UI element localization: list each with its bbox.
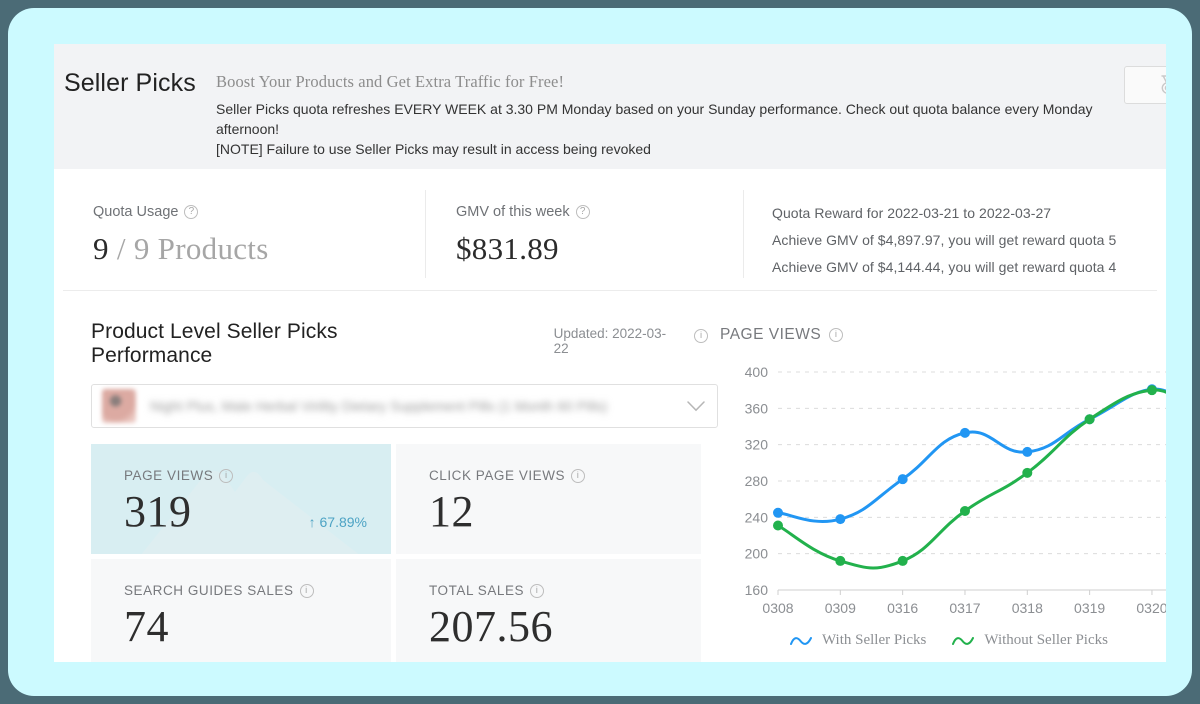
info-circle-icon[interactable]: i bbox=[571, 468, 586, 483]
metric-card-value: 12 bbox=[429, 487, 474, 536]
metric-card-grid: PAGE VIEWS i 319 ↑ 67.89% CLICK PAGE VIE… bbox=[91, 444, 701, 662]
svg-text:240: 240 bbox=[745, 509, 769, 525]
metric-card-value: 207.56 bbox=[429, 602, 553, 651]
quota-used-count: 9 bbox=[93, 231, 109, 266]
metric-card-label: CLICK PAGE VIEWS i bbox=[429, 468, 701, 483]
metric-card-click-page-views[interactable]: CLICK PAGE VIEWS i 12 bbox=[396, 444, 701, 554]
metric-card-search-guides-sales[interactable]: SEARCH GUIDES SALES i 74 bbox=[91, 559, 391, 662]
page-title: Seller Picks bbox=[64, 69, 196, 97]
quota-usage-block: Quota Usage ? 9 / 9 Products bbox=[63, 178, 426, 290]
chart-area: 160 200 240 280 320 360 400 0308 0309 0316 0317 031… bbox=[720, 360, 1166, 660]
product-thumbnail-icon bbox=[102, 389, 136, 423]
medal-icon bbox=[1160, 75, 1166, 94]
medal-icon-button[interactable] bbox=[1124, 66, 1166, 104]
info-circle-icon[interactable]: i bbox=[694, 328, 708, 343]
page-header: Seller Picks Boost Your Products and Get… bbox=[54, 44, 1166, 169]
quota-usage-value: 9 / 9 Products bbox=[93, 231, 426, 267]
quota-summary-strip: Quota Usage ? 9 / 9 Products GMV of this… bbox=[63, 178, 1157, 291]
gmv-label: GMV of this week bbox=[456, 204, 570, 220]
metric-card-label: TOTAL SALES i bbox=[429, 583, 701, 598]
svg-text:0318: 0318 bbox=[1012, 600, 1043, 616]
svg-text:200: 200 bbox=[745, 546, 769, 562]
legend-entry-with-seller-picks[interactable]: With Seller Picks bbox=[790, 632, 926, 649]
performance-left-column: Product Level Seller Picks Performance U… bbox=[63, 302, 718, 662]
metric-card-label: SEARCH GUIDES SALES i bbox=[124, 583, 391, 598]
page-views-chart-panel: PAGE VIEWS i 160 200 240 280 320 360 400 0308 03… bbox=[708, 302, 1166, 662]
quota-usage-caption: Quota Usage ? bbox=[93, 204, 426, 220]
question-mark-icon[interactable]: ? bbox=[184, 205, 199, 219]
header-note-line1: Seller Picks quota refreshes EVERY WEEK … bbox=[216, 101, 1093, 137]
info-circle-icon[interactable]: i bbox=[829, 328, 844, 342]
metric-label-text: SEARCH GUIDES SALES bbox=[124, 583, 294, 598]
legend-label: Without Seller Picks bbox=[984, 632, 1108, 648]
gmv-value: $831.89 bbox=[456, 231, 559, 266]
svg-text:160: 160 bbox=[745, 582, 769, 598]
quota-reward-line-1: Achieve GMV of $4,897.97, you will get r… bbox=[772, 232, 1117, 248]
line-chart: 160 200 240 280 320 360 400 0308 0309 0316 0317 031… bbox=[745, 364, 1166, 616]
svg-text:320: 320 bbox=[745, 437, 769, 453]
question-mark-icon[interactable]: ? bbox=[575, 205, 590, 219]
metric-card-value: 74 bbox=[124, 602, 169, 651]
svg-text:360: 360 bbox=[745, 400, 769, 416]
svg-text:0308: 0308 bbox=[762, 600, 793, 616]
performance-panel: Product Level Seller Picks Performance U… bbox=[63, 302, 1166, 662]
svg-text:0316: 0316 bbox=[887, 600, 918, 616]
svg-text:0309: 0309 bbox=[825, 600, 856, 616]
quota-usage-label: Quota Usage bbox=[93, 204, 179, 220]
quota-reward-title: Quota Reward for 2022-03-21 to 2022-03-2… bbox=[772, 205, 1052, 221]
gmv-caption: GMV of this week ? bbox=[456, 204, 744, 220]
page-views-delta: ↑ 67.89% bbox=[308, 514, 367, 530]
metric-card-label: PAGE VIEWS i bbox=[124, 468, 391, 483]
product-select-value: Night Plus, Male Herbal Virility Dietary… bbox=[150, 398, 608, 414]
info-circle-icon[interactable]: i bbox=[219, 468, 234, 483]
header-note-line2: [NOTE] Failure to use Seller Picks may r… bbox=[216, 141, 651, 157]
wave-line-icon bbox=[952, 636, 975, 645]
wave-line-icon bbox=[790, 636, 812, 645]
chart-title: PAGE VIEWS i bbox=[720, 326, 1166, 344]
header-tagline: Boost Your Products and Get Extra Traffi… bbox=[216, 72, 565, 91]
info-circle-icon[interactable]: i bbox=[530, 583, 545, 598]
chevron-down-icon[interactable] bbox=[687, 400, 705, 412]
quota-reward-block: Quota Reward for 2022-03-21 to 2022-03-2… bbox=[744, 178, 1157, 290]
quota-reward-line-2: Achieve GMV of $4,144.44, you will get r… bbox=[772, 259, 1117, 275]
metric-card-total-sales[interactable]: TOTAL SALES i 207.56 bbox=[396, 559, 701, 662]
quota-separator: / bbox=[108, 231, 134, 266]
svg-text:0320: 0320 bbox=[1136, 600, 1166, 616]
header-description: Boost Your Products and Get Extra Traffi… bbox=[216, 72, 1096, 159]
metric-label-text: PAGE VIEWS bbox=[124, 468, 214, 483]
gmv-week-block: GMV of this week ? $831.89 bbox=[426, 178, 744, 290]
svg-text:0317: 0317 bbox=[949, 600, 980, 616]
metric-card-page-views[interactable]: PAGE VIEWS i 319 ↑ 67.89% bbox=[91, 444, 391, 554]
svg-text:0319: 0319 bbox=[1074, 600, 1105, 616]
performance-updated-label: Updated: 2022-03-22 bbox=[553, 326, 667, 356]
legend-label: With Seller Picks bbox=[822, 632, 927, 648]
svg-text:280: 280 bbox=[745, 473, 769, 489]
metric-label-text: TOTAL SALES bbox=[429, 583, 525, 598]
chart-legend: With Seller Picks Without Seller Picks bbox=[790, 632, 1108, 649]
performance-header-row: Product Level Seller Picks Performance U… bbox=[91, 320, 708, 368]
chart-title-text: PAGE VIEWS bbox=[720, 326, 822, 343]
outer-frame: Seller Picks Boost Your Products and Get… bbox=[8, 8, 1192, 696]
performance-title: Product Level Seller Picks Performance bbox=[91, 320, 338, 367]
svg-text:400: 400 bbox=[745, 364, 769, 380]
quota-total-count: 9 Products bbox=[133, 231, 269, 266]
legend-entry-without-seller-picks[interactable]: Without Seller Picks bbox=[952, 632, 1108, 649]
metric-label-text: CLICK PAGE VIEWS bbox=[429, 468, 566, 483]
info-circle-icon[interactable]: i bbox=[299, 583, 314, 598]
product-select[interactable]: Night Plus, Male Herbal Virility Dietary… bbox=[91, 384, 718, 428]
app-window: Seller Picks Boost Your Products and Get… bbox=[54, 44, 1166, 662]
